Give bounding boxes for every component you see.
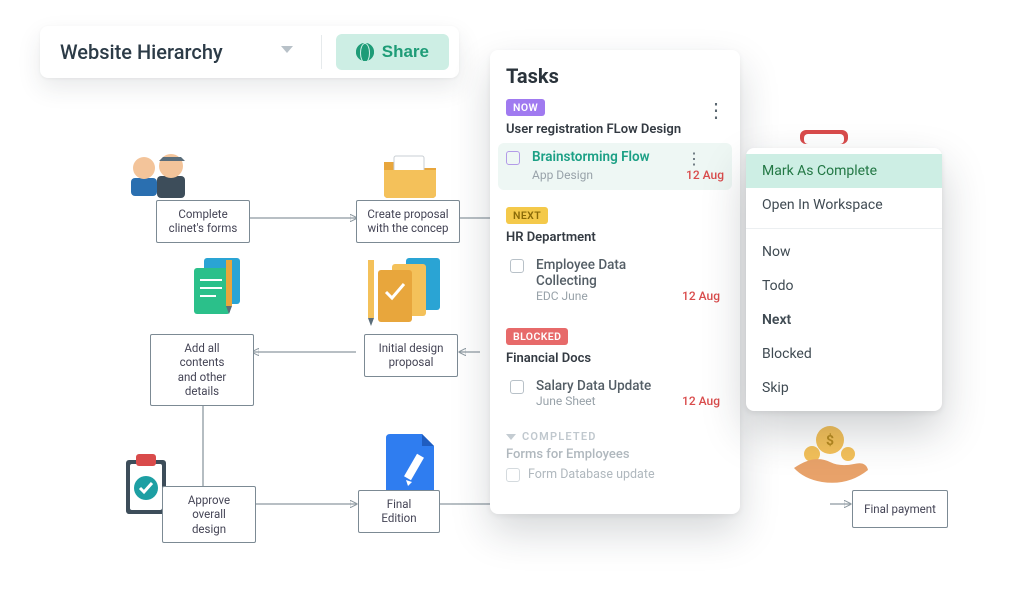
task-employee-data[interactable]: Employee Data Collecting EDC June 12 Aug (506, 251, 724, 311)
node-add-contents[interactable]: Add all contents and other details (150, 334, 254, 406)
section-next: NEXT HR Department Employee Data Collect… (506, 204, 724, 311)
node-create-proposal[interactable]: Create proposal with the concep (356, 200, 460, 243)
node-clients-forms[interactable]: Complete clinet's forms (156, 200, 250, 243)
folder-icon (380, 148, 440, 204)
edit-document-icon (384, 432, 440, 498)
task-checkbox-icon[interactable] (506, 151, 520, 165)
task-more-icon[interactable]: ⋮ (686, 149, 724, 168)
chevron-down-icon (506, 434, 516, 440)
badge-next: NEXT (506, 207, 548, 224)
globe-icon (356, 43, 374, 61)
ctx-blocked[interactable]: Blocked (746, 337, 942, 371)
notes-pencil-icon (186, 254, 252, 324)
completed-task[interactable]: Form Database update (506, 466, 724, 482)
toolbar-divider (321, 35, 322, 69)
completed-group: Forms for Employees (506, 447, 724, 462)
ctx-mark-complete[interactable]: Mark As Complete (746, 154, 942, 188)
group-title-next: HR Department (506, 230, 724, 245)
task-sub: EDC June (536, 289, 674, 303)
share-button[interactable]: Share (336, 34, 449, 70)
task-sub: June Sheet (536, 394, 674, 408)
group-title-blocked: Financial Docs (506, 351, 724, 366)
task-sub: App Design (532, 168, 678, 182)
ctx-now[interactable]: Now (746, 235, 942, 269)
hierarchy-dropdown[interactable]: Website Hierarchy (50, 36, 307, 68)
completed-toggle[interactable]: COMPLETED (506, 430, 724, 443)
ctx-open-workspace[interactable]: Open In Workspace (746, 188, 942, 222)
task-checkbox-icon[interactable] (510, 380, 524, 394)
toolbar: Website Hierarchy Share (40, 26, 459, 78)
group-title-now: User registration FLow Design (506, 122, 724, 137)
hand-coins-icon: $ (790, 420, 870, 488)
tasks-panel: Tasks ⋮ NOW User registration FLow Desig… (490, 50, 740, 514)
badge-blocked: BLOCKED (506, 328, 568, 345)
completed-task-name: Form Database update (528, 467, 655, 482)
app-canvas: Website Hierarchy Share (0, 0, 1024, 613)
ctx-next[interactable]: Next (746, 303, 942, 337)
chevron-down-icon (281, 46, 293, 58)
node-approve[interactable]: Approve overall design (162, 486, 256, 543)
people-icon (123, 146, 195, 204)
task-checkbox-icon[interactable] (510, 259, 524, 273)
task-salary-data[interactable]: Salary Data Update June Sheet 12 Aug (506, 372, 724, 416)
tasks-title: Tasks (506, 64, 724, 88)
section-blocked: BLOCKED Financial Docs Salary Data Updat… (506, 325, 724, 416)
panel-more-icon[interactable]: ⋮ (706, 98, 726, 122)
ctx-skip[interactable]: Skip (746, 371, 942, 405)
ctx-separator (746, 228, 942, 229)
task-name: Salary Data Update (536, 378, 674, 394)
task-name: Employee Data Collecting (536, 257, 674, 289)
share-label: Share (382, 42, 429, 62)
task-brainstorming[interactable]: Brainstorming Flow ⋮ App Design 12 Aug (498, 143, 732, 190)
node-initial-design[interactable]: Initial design proposal (364, 334, 458, 377)
node-final-edition[interactable]: Final Edition (358, 490, 440, 533)
badge-now: NOW (506, 99, 545, 116)
section-now: NOW User registration FLow Design Brains… (506, 96, 724, 190)
section-completed: COMPLETED Forms for Employees Form Datab… (506, 430, 724, 482)
task-context-menu: Mark As Complete Open In Workspace Now T… (746, 148, 942, 411)
task-name: Brainstorming Flow (532, 149, 678, 165)
svg-text:$: $ (826, 432, 834, 449)
task-checkbox-icon (506, 468, 520, 482)
node-final-payment[interactable]: Final payment (852, 490, 948, 528)
documents-stack-icon (364, 250, 450, 330)
task-date: 12 Aug (682, 394, 720, 408)
task-date: 12 Aug (686, 168, 724, 182)
ctx-todo[interactable]: Todo (746, 269, 942, 303)
task-date: 12 Aug (682, 289, 720, 303)
completed-label: COMPLETED (522, 430, 597, 443)
dropdown-label: Website Hierarchy (60, 40, 223, 64)
